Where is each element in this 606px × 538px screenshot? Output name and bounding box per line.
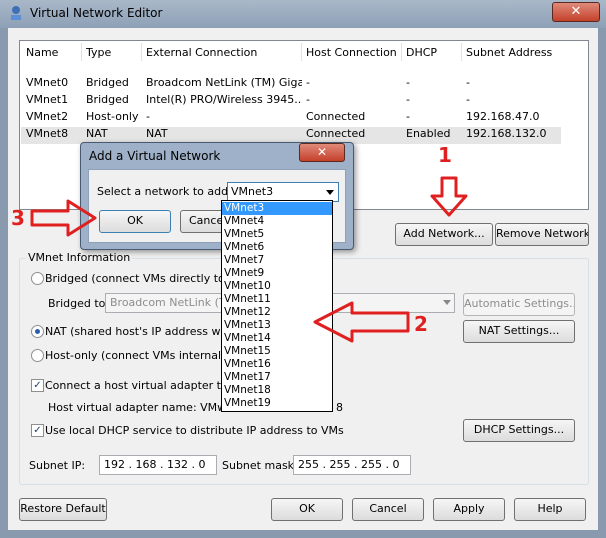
network-app-icon [11,6,21,20]
dialog-close-button[interactable]: ✕ [299,143,345,162]
dropdown-option[interactable]: VMnet17 [222,371,332,384]
table-cell[interactable]: - [146,110,302,123]
annotation-number-3: 3 [11,206,25,230]
table-cell[interactable]: Connected [306,110,402,123]
network-select[interactable]: VMnet3 [227,182,339,202]
subnet-ip-label: Subnet IP: [29,459,86,472]
annotation-number-2: 2 [414,312,428,336]
table-cell[interactable]: VMnet8 [26,127,82,140]
remove-network-button[interactable]: Remove Network [495,223,589,246]
connect-adapter-label: Connect a host virtual adapter to thi [45,379,246,392]
column-divider [141,43,142,61]
dhcp-checkbox[interactable]: ✓ [31,424,44,437]
bridged-radio[interactable] [31,272,44,285]
dropdown-option[interactable]: VMnet4 [222,215,332,228]
nat-radio[interactable] [31,325,44,338]
chevron-down-icon [326,190,334,195]
annotation-arrow-down [430,176,468,217]
window-title: Virtual Network Editor [30,6,163,20]
table-cell[interactable]: - [406,110,462,123]
help-button[interactable]: Help [514,498,586,521]
dialog-ok-button[interactable]: OK [99,210,171,233]
bridged-label: Bridged (connect VMs directly to the [45,272,247,285]
table-cell[interactable]: Broadcom NetLink (TM) Giga... [146,76,302,89]
dropdown-option[interactable]: VMnet7 [222,254,332,267]
table-cell[interactable]: Intel(R) PRO/Wireless 3945... [146,93,302,106]
table-cell[interactable]: Bridged [86,93,142,106]
add-network-button[interactable]: Add Network... [395,223,493,246]
dropdown-option[interactable]: VMnet5 [222,228,332,241]
annotation-arrow-left [313,301,410,343]
table-cell[interactable]: Enabled [406,127,462,140]
table-cell[interactable]: - [306,93,402,106]
column-divider [301,43,302,61]
dropdown-option[interactable]: VMnet18 [222,384,332,397]
annotation-arrow-right [30,199,97,237]
network-select-value: VMnet3 [231,185,274,198]
dropdown-option[interactable]: VMnet10 [222,280,332,293]
bridged-to-label: Bridged to: [48,297,110,310]
table-cell[interactable]: NAT [146,127,302,140]
column-header[interactable]: External Connection [146,46,257,59]
table-cell[interactable]: VMnet2 [26,110,82,123]
connect-adapter-checkbox[interactable]: ✓ [31,379,44,392]
table-cell[interactable]: - [466,76,576,89]
ok-button[interactable]: OK [271,498,343,521]
table-cell[interactable]: VMnet1 [26,93,82,106]
table-cell[interactable]: Bridged [86,76,142,89]
dropdown-option[interactable]: VMnet19 [222,397,332,410]
table-cell[interactable]: Connected [306,127,402,140]
adapter-name-label: Host virtual adapter name: VMware [48,401,244,414]
restore-default-button[interactable]: Restore Default [19,498,107,521]
annotation-number-1: 1 [438,143,452,167]
table-cell[interactable]: 192.168.132.0 [466,127,576,140]
table-cell[interactable]: - [406,93,462,106]
table-cell[interactable]: - [406,76,462,89]
subnet-mask-label: Subnet mask: [222,459,298,472]
table-cell[interactable]: - [306,76,402,89]
dropdown-option[interactable]: VMnet6 [222,241,332,254]
column-header[interactable]: Host Connection [306,46,397,59]
apply-button[interactable]: Apply [433,498,505,521]
column-header[interactable]: Name [26,46,58,59]
subnet-ip-field[interactable]: 192 . 168 . 132 . 0 [99,455,217,475]
column-divider [401,43,402,61]
nat-label: NAT (shared host's IP address with V [45,325,246,338]
dhcp-label: Use local DHCP service to distribute IP … [45,424,344,437]
dropdown-option[interactable]: VMnet15 [222,345,332,358]
cancel-button[interactable]: Cancel [352,498,424,521]
dialog-title: Add a Virtual Network [89,149,221,163]
chevron-down-icon [443,300,451,305]
table-cell[interactable]: Host-only [86,110,142,123]
vmnet-information-label: VMnet Information [26,251,133,264]
table-cell[interactable]: - [466,93,576,106]
column-divider [81,43,82,61]
dropdown-option[interactable]: VMnet3 [222,202,332,215]
select-network-label: Select a network to add: [97,185,232,198]
column-header[interactable]: Type [86,46,111,59]
subnet-mask-field[interactable]: 255 . 255 . 255 . 0 [293,455,411,475]
window-close-button[interactable]: ✕ [552,2,600,22]
close-icon: ✕ [570,4,582,19]
column-header[interactable]: DHCP [406,46,437,59]
automatic-settings-button[interactable]: Automatic Settings... [463,293,575,316]
bridged-to-value: Broadcom NetLink (TM) [110,296,240,309]
dropdown-option[interactable]: VMnet9 [222,267,332,280]
table-cell[interactable]: 192.168.47.0 [466,110,576,123]
title-bar[interactable]: Virtual Network Editor ✕ [0,0,606,28]
dropdown-option[interactable]: VMnet16 [222,358,332,371]
column-divider [461,43,462,61]
nat-settings-button[interactable]: NAT Settings... [463,320,575,343]
close-icon: ✕ [316,145,328,159]
adapter-name-suffix: 8 [336,401,343,414]
table-cell[interactable]: NAT [86,127,142,140]
host-only-radio[interactable] [31,349,44,362]
dhcp-settings-button[interactable]: DHCP Settings... [463,419,575,442]
radio-selected-dot [35,329,40,334]
column-header[interactable]: Subnet Address [466,46,552,59]
table-cell[interactable]: VMnet0 [26,76,82,89]
